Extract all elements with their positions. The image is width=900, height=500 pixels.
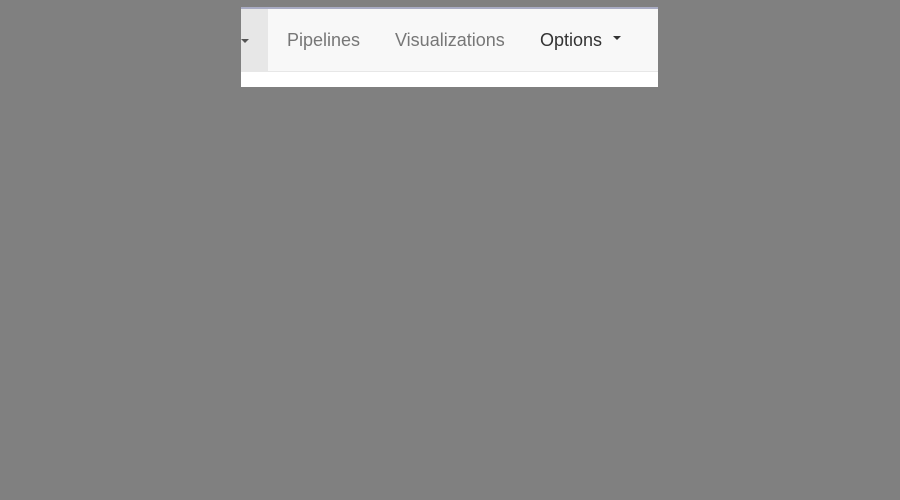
nav-item-label: Visualizations	[395, 30, 505, 50]
nav-item-visualizations[interactable]: Visualizations	[395, 29, 505, 51]
nav-dropdown-toggle[interactable]	[241, 9, 268, 71]
caret-down-icon	[241, 39, 249, 43]
nav-item-label: Pipelines	[287, 30, 361, 50]
top-navbar: Pipelines Visualizations Options	[241, 9, 658, 72]
nav-item-options-dropdown[interactable]: Options	[540, 29, 622, 51]
nav-item-label: Options	[540, 30, 603, 50]
app-window: Pipelines Visualizations Options	[241, 7, 658, 87]
nav-item-pipelines[interactable]: Pipelines	[287, 29, 360, 51]
caret-down-icon	[613, 36, 622, 41]
